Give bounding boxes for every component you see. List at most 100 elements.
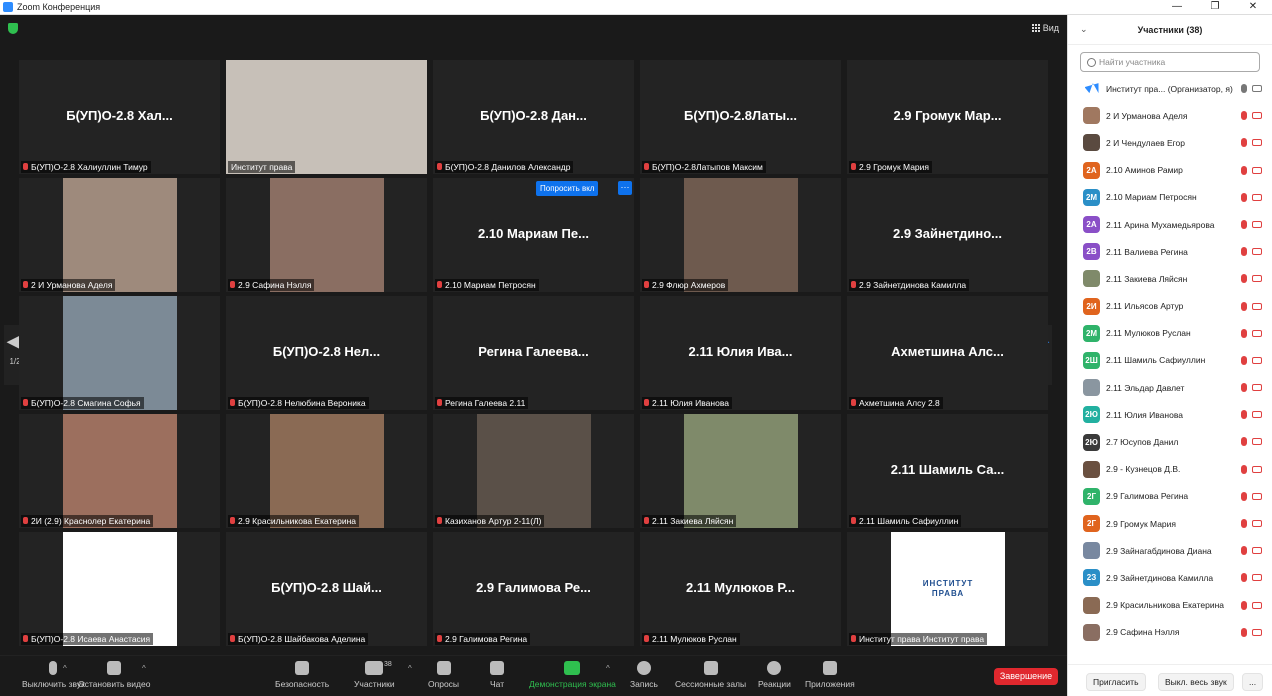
share-screen-button[interactable]: Демонстрация экрана [529,661,616,689]
smiley-icon [767,661,782,675]
video-off-icon [1252,601,1262,609]
participant-name-label: 2.11 Шамиль Сафиуллин [849,515,962,527]
participant-list-item[interactable]: 2З 2.9 Зайнетдинова Камилла [1068,564,1272,591]
participant-video [270,414,384,528]
panel-more-button[interactable]: ... [1242,673,1264,691]
video-tile[interactable]: Казиханов Артур 2-11(Л) [433,414,634,528]
participant-list-item[interactable]: 2И 2.11 Ильясов Артур [1068,293,1272,320]
video-tile[interactable]: 2.11 Шамиль Са... 2.11 Шамиль Сафиуллин [847,414,1048,528]
participant-name: 2.11 Закиева Ляйсян [1106,273,1188,284]
participant-list-item[interactable]: 2Ю 2.11 Юлия Иванова [1068,401,1272,428]
participant-list-item[interactable]: 2 И Чендулаев Егор [1068,129,1272,156]
participant-list-item[interactable]: 2М 2.10 Мариам Петросян [1068,184,1272,211]
participant-list-item[interactable]: 2Г 2.9 Громук Мария [1068,510,1272,537]
video-tile[interactable]: 2И (2.9) Краснолер Екатерина [19,414,220,528]
minimize-icon[interactable]: — [1158,0,1196,15]
participant-list-item[interactable]: 2.9 - Кузнецов Д.В. [1068,456,1272,483]
video-tile[interactable]: Б(УП)О-2.8 Хал... Б(УП)О-2.8 Халиуллин Ти… [19,60,220,174]
video-tile[interactable]: Регина Галеева... Регина Галеева 2.11 [433,296,634,410]
ask-to-unmute-button[interactable]: Попросить вкл [536,181,599,196]
chat-button[interactable]: Чат [490,661,504,689]
video-options-caret-icon[interactable]: ^ [142,664,146,673]
video-off-icon [1252,547,1262,555]
participant-name-label: Б(УП)О-2.8 Данилов Александр [435,161,574,173]
security-button[interactable]: Безопасность [275,661,329,689]
video-off-icon [1252,411,1262,419]
video-tile[interactable]: 2.9 Галимова Ре... 2.9 Галимова Регина [433,532,634,646]
close-icon[interactable]: ✕ [1234,0,1272,15]
share-options-caret-icon[interactable]: ^ [606,664,610,673]
participant-name-label: 2.11 Закиева Ляйсян [642,515,737,527]
mute-button[interactable]: Выключить звук [22,661,85,689]
participant-name: 2.11 Ильясов Артур [1106,301,1184,312]
participant-list-item[interactable]: 2Ю 2.7 Юсупов Данил [1068,428,1272,455]
video-tile[interactable]: ИНСТИТУТ ПРАВА Институт права Институт пр… [847,532,1048,646]
participant-search-input[interactable]: Найти участника [1080,52,1260,72]
avatar: 2М [1083,324,1100,342]
avatar: 2М [1083,188,1100,206]
video-tile[interactable]: 2.10 Мариам Пе... 2.10 Мариам Петросян [433,178,634,292]
participant-name: 2.10 Мариам Петросян [1106,192,1197,203]
participant-list-item[interactable]: 2М 2.11 Мулюков Руслан [1068,320,1272,347]
video-tile[interactable]: Б(УП)О-2.8 Смагина Софья [19,296,220,410]
video-tile[interactable]: Б(УП)О-2.8 Нел... Б(УП)О-2.8 Нелюбина Вер… [226,296,427,410]
apps-button[interactable]: Приложения [805,661,855,689]
video-tile[interactable]: Б(УП)О-2.8 Исаева Анастасия [19,532,220,646]
invite-button[interactable]: Пригласить [1086,673,1146,691]
view-button[interactable]: Вид [1031,23,1059,33]
video-tile[interactable]: 2.11 Юлия Ива... 2.11 Юлия Иванова [640,296,841,410]
participant-list-item[interactable]: 2 И Урманова Аделя [1068,102,1272,129]
participant-video [684,414,798,528]
video-tile[interactable]: 2.11 Закиева Ляйсян [640,414,841,528]
participant-list-item[interactable]: 2.11 Эльдар Давлет [1068,374,1272,401]
participant-name-display: Б(УП)О-2.8 Шай... [271,580,382,595]
muted-mic-icon [1241,627,1247,637]
participant-name: 2.9 Громук Мария [1106,518,1177,529]
reactions-button[interactable]: Реакции [758,661,791,689]
participant-list-item[interactable]: 2.11 Закиева Ляйсян [1068,265,1272,292]
video-tile[interactable]: Б(УП)О-2.8 Шай... Б(УП)О-2.8 Шайбакова Ад… [226,532,427,646]
video-tile[interactable]: 2.9 Флюр Ахмеров [640,178,841,292]
participants-caret-icon[interactable]: ^ [408,664,412,673]
participant-list-item[interactable]: 2.9 Красильникова Екатерина [1068,592,1272,619]
video-tile[interactable]: 2.9 Громук Мар... 2.9 Громук Мария [847,60,1048,174]
polls-button[interactable]: Опросы [428,661,459,689]
muted-mic-icon [1241,355,1247,365]
video-tile[interactable]: 2.9 Зайнетдино... 2.9 Зайнетдинова Камилл… [847,178,1048,292]
end-meeting-button[interactable]: Завершение [994,668,1058,685]
mute-all-button[interactable]: Выкл. весь звук [1158,673,1234,691]
participant-name: 2.11 Эльдар Давлет [1106,382,1185,393]
participant-list-item[interactable]: 2Г 2.9 Галимова Регина [1068,483,1272,510]
maximize-icon[interactable]: ❐ [1196,0,1234,15]
zoom-logo-icon [1084,83,1099,94]
security-shield-icon[interactable] [8,23,18,34]
tile-more-options-button[interactable]: ··· [618,181,632,195]
breakout-rooms-button[interactable]: Сессионные залы [675,661,746,689]
meeting-toolbar: Выключить звук ^ Остановить видео ^ Безо… [0,655,1067,696]
audio-options-caret-icon[interactable]: ^ [63,664,67,673]
participant-list-item[interactable]: 2А 2.11 Арина Мухамедьярова [1068,211,1272,238]
record-button[interactable]: Запись [630,661,658,689]
participant-name-label: Ахметшина Алсу 2.8 [849,397,943,409]
record-icon [636,661,651,675]
video-tile[interactable]: 2.9 Сафина Нэлля [226,178,427,292]
muted-mic-icon [1241,519,1247,528]
participant-name-label: Институт права Институт права [849,633,988,645]
video-tile[interactable]: 2.9 Красильникова Екатерина [226,414,427,528]
stop-video-button[interactable]: Остановить видео [78,661,150,689]
video-tile[interactable]: Б(УП)О-2.8 Дан... Б(УП)О-2.8 Данилов Алек… [433,60,634,174]
video-tile[interactable]: Ахметшина Алс... Ахметшина Алсу 2.8 [847,296,1048,410]
participant-list-item[interactable]: 2.9 Зайнагабдинова Диана [1068,537,1272,564]
participant-list-item[interactable]: 2В 2.11 Валиева Регина [1068,238,1272,265]
participants-button[interactable]: 38 Участники [354,661,395,689]
participant-list-item[interactable]: Институт пра... (Организатор, я) [1068,75,1272,102]
muted-mic-icon [1241,301,1247,311]
avatar: 2А [1083,161,1100,179]
video-tile[interactable]: 2 И Урманова Аделя [19,178,220,292]
participant-list-item[interactable]: 2Ш 2.11 Шамиль Сафиуллин [1068,347,1272,374]
video-tile[interactable]: Институт права [226,60,427,174]
participant-list-item[interactable]: 2.9 Сафина Нэлля [1068,619,1272,646]
video-tile[interactable]: Б(УП)О-2.8Латы... Б(УП)О-2.8Латыпов Макси… [640,60,841,174]
participant-list-item[interactable]: 2А 2.10 Аминов Рамир [1068,157,1272,184]
video-tile[interactable]: 2.11 Мулюков Р... 2.11 Мулюков Руслан [640,532,841,646]
